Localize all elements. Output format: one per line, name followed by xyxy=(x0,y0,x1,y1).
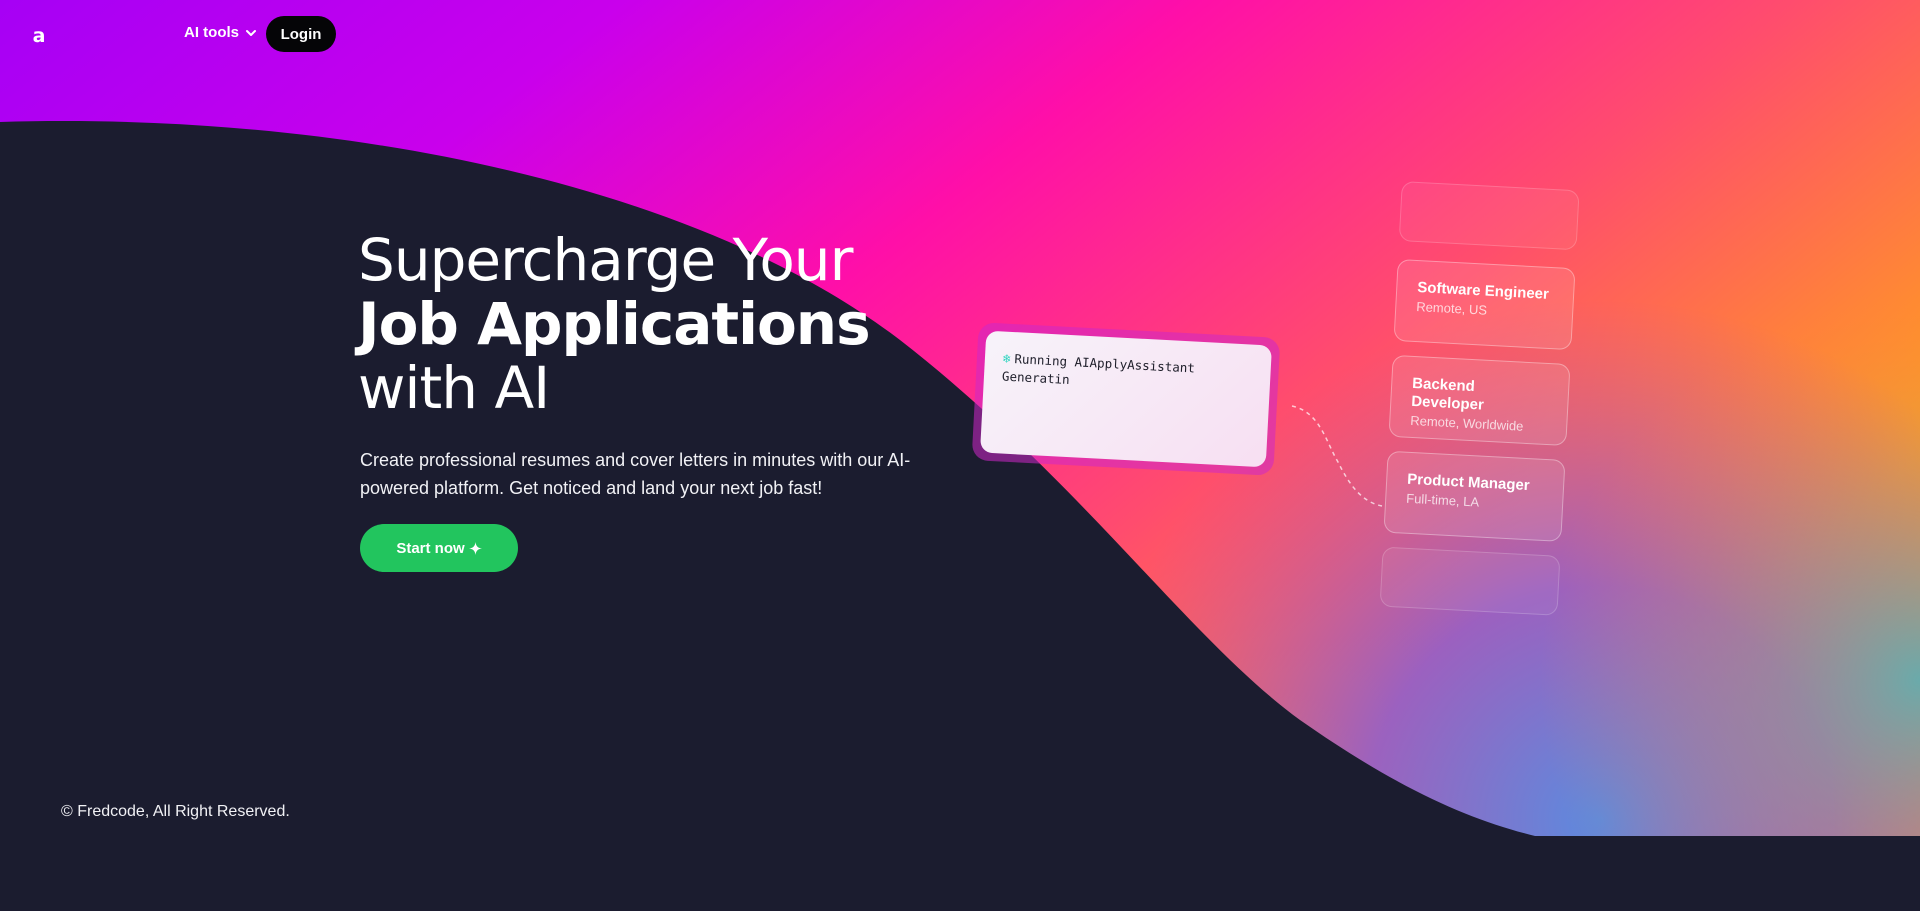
start-now-label: Start now xyxy=(396,539,465,557)
footer-copyright: © Fredcode, All Right Reserved. xyxy=(61,803,290,820)
job-cards-stack: Software Engineer Remote, US Backend Dev… xyxy=(1379,181,1600,616)
dashed-connector xyxy=(1291,405,1383,507)
sparkle-icon xyxy=(468,541,482,555)
start-now-button[interactable]: Start now xyxy=(360,524,518,572)
hero-title-line1: Supercharge Your xyxy=(358,226,853,294)
job-card[interactable]: Product Manager Full-time, LA xyxy=(1383,450,1566,542)
ai-tools-menu[interactable]: AI tools xyxy=(184,24,257,41)
hero-title-line2: Job Applications xyxy=(358,290,871,358)
ai-tools-label: AI tools xyxy=(184,24,239,41)
job-card[interactable]: Software Engineer Remote, US xyxy=(1393,258,1576,351)
hero-title: Supercharge Your Job Applications with A… xyxy=(358,226,871,422)
hero-title-line3: with AI xyxy=(358,354,550,422)
hero-subtitle: Create professional resumes and cover le… xyxy=(360,450,911,498)
top-nav: a AI tools Login xyxy=(0,0,1920,68)
logo[interactable]: a xyxy=(30,26,48,45)
job-card[interactable]: Backend Developer Remote, Worldwide xyxy=(1388,354,1571,447)
terminal-card-frame: ❄ Running AIApplyAssistant Generatin xyxy=(971,322,1281,476)
snowflake-icon: ❄ xyxy=(1002,350,1011,366)
job-card-ghost-top xyxy=(1398,181,1580,251)
login-button[interactable]: Login xyxy=(266,16,336,52)
hero-background xyxy=(0,0,1920,911)
terminal-card: ❄ Running AIApplyAssistant Generatin xyxy=(980,330,1272,468)
chevron-down-icon xyxy=(246,29,256,36)
job-card-ghost-bottom xyxy=(1379,546,1561,616)
job-title: Backend Developer xyxy=(1410,374,1485,414)
